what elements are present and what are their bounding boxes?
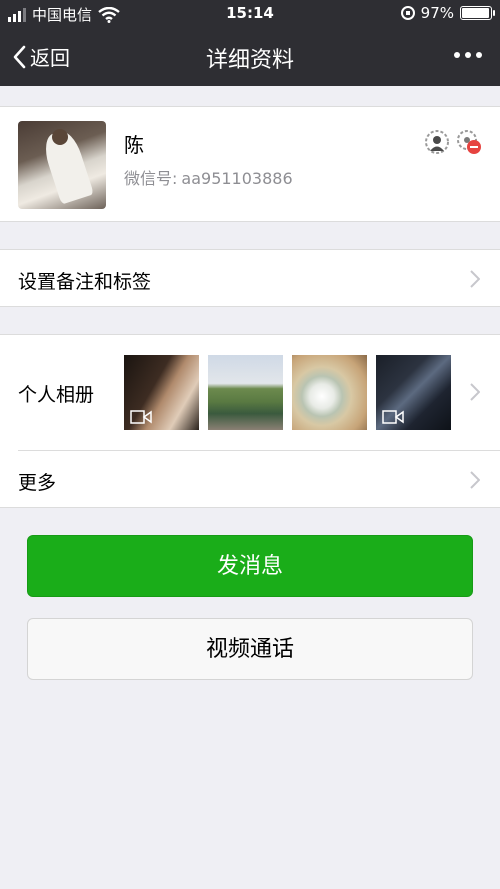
video-call-button[interactable]: 视频通话 [27,618,473,680]
wechat-id-value: aa951103886 [181,169,293,188]
video-icon [130,410,152,424]
chevron-right-icon [470,270,480,288]
send-message-button[interactable]: 发消息 [27,535,473,597]
more-dots-icon[interactable] [454,46,482,58]
video-icon [382,410,404,424]
wechat-id-label: 微信号: [124,169,178,188]
profile-card: 陈 微信号: aa951103886 [0,106,500,222]
set-remark-label: 设置备注和标签 [18,271,152,293]
album-photo-1 [124,355,199,430]
album-photo-2 [208,355,283,430]
battery-fill [462,8,490,18]
status-bar: 中国电信 15:14 97% [0,0,500,28]
more-label: 更多 [18,472,57,494]
page-title: 详细资料 [205,48,294,73]
chevron-right-icon [470,383,480,401]
rotation-lock-icon [400,6,415,20]
personal-album-label: 个人相册 [18,384,95,406]
wechat-id: 微信号: aa951103886 [124,165,293,189]
contact-name: 陈 [124,133,144,157]
chevron-right-icon [470,471,480,489]
top-bar: 中国电信 15:14 97% 返回 详细资料 [0,0,500,86]
battery-percent: 97% [420,4,454,22]
album-section: 个人相册 更多 [0,334,500,508]
personal-album-row[interactable]: 个人相册 [0,335,500,450]
more-row[interactable]: 更多 [0,451,500,509]
battery-icon [460,6,495,20]
avatar[interactable] [18,121,106,209]
nav-bar: 返回 详细资料 [0,28,500,86]
album-photo-4 [376,355,451,430]
friend-circle-icon [425,130,449,154]
album-photo-3 [292,355,367,430]
blocked-friend-icon [457,130,481,154]
set-remark-row[interactable]: 设置备注和标签 [0,249,500,307]
